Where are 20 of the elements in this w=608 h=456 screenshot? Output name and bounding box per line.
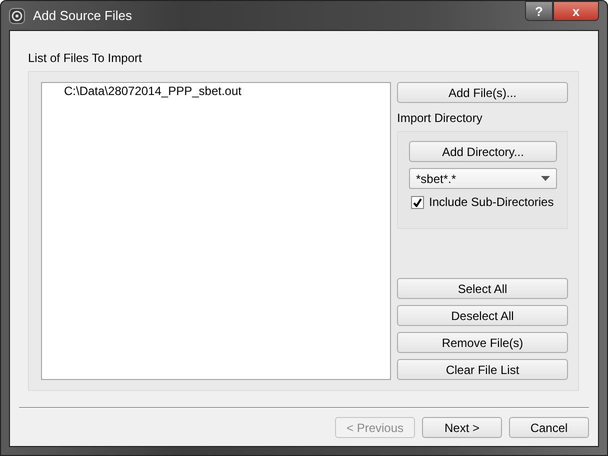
window-title: Add Source Files	[33, 8, 133, 23]
list-action-button[interactable]: Clear File List	[397, 359, 568, 380]
filter-dropdown[interactable]: *sbet*.*	[409, 168, 557, 189]
close-button[interactable]: x	[553, 1, 599, 21]
list-action-button[interactable]: Deselect All	[397, 305, 568, 326]
list-action-button[interactable]: Select All	[397, 278, 568, 300]
section-label: Import Directory	[397, 111, 484, 125]
checkbox[interactable]	[411, 196, 424, 208]
app-icon	[9, 8, 25, 24]
wizard-button[interactable]: Next >	[422, 417, 502, 438]
file-item[interactable]: C:\Data\28072014_PPP_sbet.out	[64, 84, 242, 98]
checkbox-label: Include Sub-Directories	[429, 195, 554, 209]
wizard-button[interactable]: Cancel	[509, 417, 589, 438]
caret-icon	[541, 176, 550, 181]
add-files-button[interactable]: Add File(s)...	[397, 82, 568, 103]
add-directory-button[interactable]: Add Directory...	[409, 141, 557, 162]
help-button[interactable]: ?	[525, 1, 553, 21]
files-label: List of Files To Import	[28, 51, 143, 65]
list-action-button[interactable]: Remove File(s)	[397, 332, 568, 354]
file-list[interactable]: C:\Data\28072014_PPP_sbet.out	[41, 82, 391, 380]
